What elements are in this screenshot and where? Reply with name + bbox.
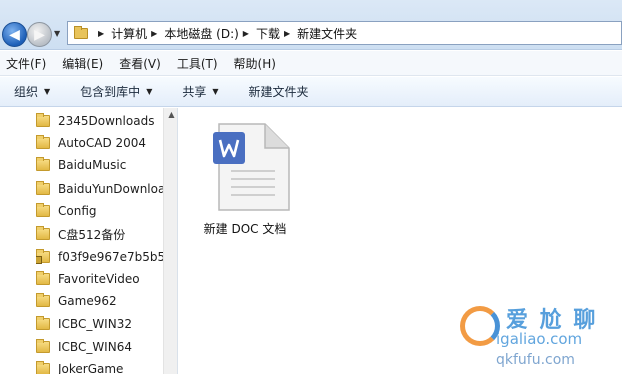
chevron-right-icon[interactable]: ▶ (98, 29, 104, 38)
tree-item-label: Config (58, 204, 97, 218)
folder-icon (36, 113, 50, 127)
tree-item-folder[interactable]: AutoCAD 2004 (36, 132, 164, 154)
breadcrumb-new-folder[interactable]: 新建文件夹 (297, 25, 357, 42)
folder-icon (36, 181, 50, 195)
organize-label: 组织 (14, 85, 39, 99)
address-area: ◀ ▶ ▼ ▶ 计算机 ▶ 本地磁盘 (D:) ▶ 下载 ▶ 新建文件夹 (0, 0, 622, 50)
tree-item-label: FavoriteVideo (58, 272, 140, 286)
new-folder-button[interactable]: 新建文件夹 (249, 83, 309, 100)
chevron-down-icon: ▼ (44, 87, 51, 96)
wps-doc-icon (213, 123, 290, 211)
chevron-right-icon[interactable]: ▶ (151, 29, 157, 38)
tree-item-label: ICBC_WIN32 (58, 317, 132, 331)
share-button[interactable]: 共享 ▼ (182, 83, 218, 100)
folder-icon (36, 316, 50, 330)
menu-bar: 文件(F) 编辑(E) 查看(V) 工具(T) 帮助(H) (0, 51, 622, 76)
tree-item-label: Game962 (58, 294, 117, 308)
tree-item-label: AutoCAD 2004 (58, 136, 147, 150)
folder-icon (36, 271, 50, 285)
locked-folder-icon (36, 249, 50, 264)
tree-item-folder[interactable]: BaiduYunDownload (36, 178, 164, 200)
tree-item-label: C盘512备份 (58, 227, 126, 242)
arrow-left-icon: ◀ (9, 26, 20, 43)
breadcrumb-downloads[interactable]: 下载 (256, 25, 280, 42)
share-label: 共享 (182, 85, 207, 99)
new-folder-label: 新建文件夹 (248, 85, 309, 99)
tree-item-folder[interactable]: 2345Downloads (36, 110, 164, 132)
chevron-down-icon: ▼ (146, 87, 153, 96)
tree-item-folder[interactable]: ICBC_WIN64 (36, 336, 164, 358)
tree-item-label: BaiduYunDownload (58, 182, 164, 196)
breadcrumb-drive-d[interactable]: 本地磁盘 (D:) (164, 25, 238, 42)
folder-icon (36, 203, 50, 217)
file-item[interactable]: 新建 DOC 文档 (199, 118, 291, 238)
menu-view[interactable]: 查看(V) (119, 55, 161, 72)
include-in-library-button[interactable]: 包含到库中 ▼ (80, 83, 152, 100)
tree-item-label: 2345Downloads (58, 114, 155, 128)
tree-item-folder[interactable]: FavoriteVideo (36, 268, 164, 290)
menu-help[interactable]: 帮助(H) (234, 55, 276, 72)
menu-edit[interactable]: 编辑(E) (62, 55, 103, 72)
organize-button[interactable]: 组织 ▼ (14, 83, 50, 100)
address-bar[interactable]: ▶ 计算机 ▶ 本地磁盘 (D:) ▶ 下载 ▶ 新建文件夹 (67, 21, 622, 45)
include-in-library-label: 包含到库中 (80, 85, 141, 99)
command-bar: 组织 ▼ 包含到库中 ▼ 共享 ▼ 新建文件夹 (0, 77, 622, 107)
tree-item-folder[interactable]: Config (36, 200, 164, 222)
chevron-right-icon[interactable]: ▶ (243, 29, 249, 38)
folder-icon (74, 25, 88, 39)
file-list-pane[interactable]: 新建 DOC 文档 (179, 108, 622, 374)
tree-item-label: ICBC_WIN64 (58, 340, 132, 354)
arrow-right-icon: ▶ (34, 26, 45, 43)
sidebar-scrollbar[interactable]: ▲ (163, 108, 177, 374)
tree-item-folder[interactable]: Game962 (36, 290, 164, 312)
recent-pages-dropdown[interactable]: ▼ (54, 29, 64, 39)
folder-icon (36, 339, 50, 353)
tree-item-folder[interactable]: ICBC_WIN32 (36, 313, 164, 335)
folder-icon (36, 226, 50, 240)
folder-icon (36, 361, 50, 374)
tree-item-label: f03f9e967e7b5b56 (58, 250, 164, 264)
chevron-right-icon[interactable]: ▶ (284, 29, 290, 38)
menu-tools[interactable]: 工具(T) (177, 55, 218, 72)
scroll-up-icon[interactable]: ▲ (164, 110, 177, 122)
tree-item-folder[interactable]: BaiduMusic (36, 154, 164, 176)
forward-button[interactable]: ▶ (27, 22, 52, 47)
file-name-label: 新建 DOC 文档 (203, 222, 287, 236)
tree-item-label: BaiduMusic (58, 158, 127, 172)
tree-item-folder[interactable]: f03f9e967e7b5b56 (36, 246, 164, 268)
folder-icon (36, 135, 50, 149)
folder-icon (36, 157, 50, 171)
breadcrumb-computer[interactable]: 计算机 (111, 25, 147, 42)
chevron-down-icon: ▼ (212, 87, 219, 96)
navigation-pane: 2345Downloads AutoCAD 2004 BaiduMusic Ba… (0, 108, 178, 374)
back-button[interactable]: ◀ (2, 22, 27, 47)
menu-file[interactable]: 文件(F) (6, 55, 46, 72)
tree-item-folder[interactable]: JokerGame (36, 358, 164, 374)
tree-item-folder[interactable]: C盘512备份 (36, 223, 164, 245)
tree-item-label: JokerGame (58, 362, 124, 374)
folder-icon (36, 293, 50, 307)
